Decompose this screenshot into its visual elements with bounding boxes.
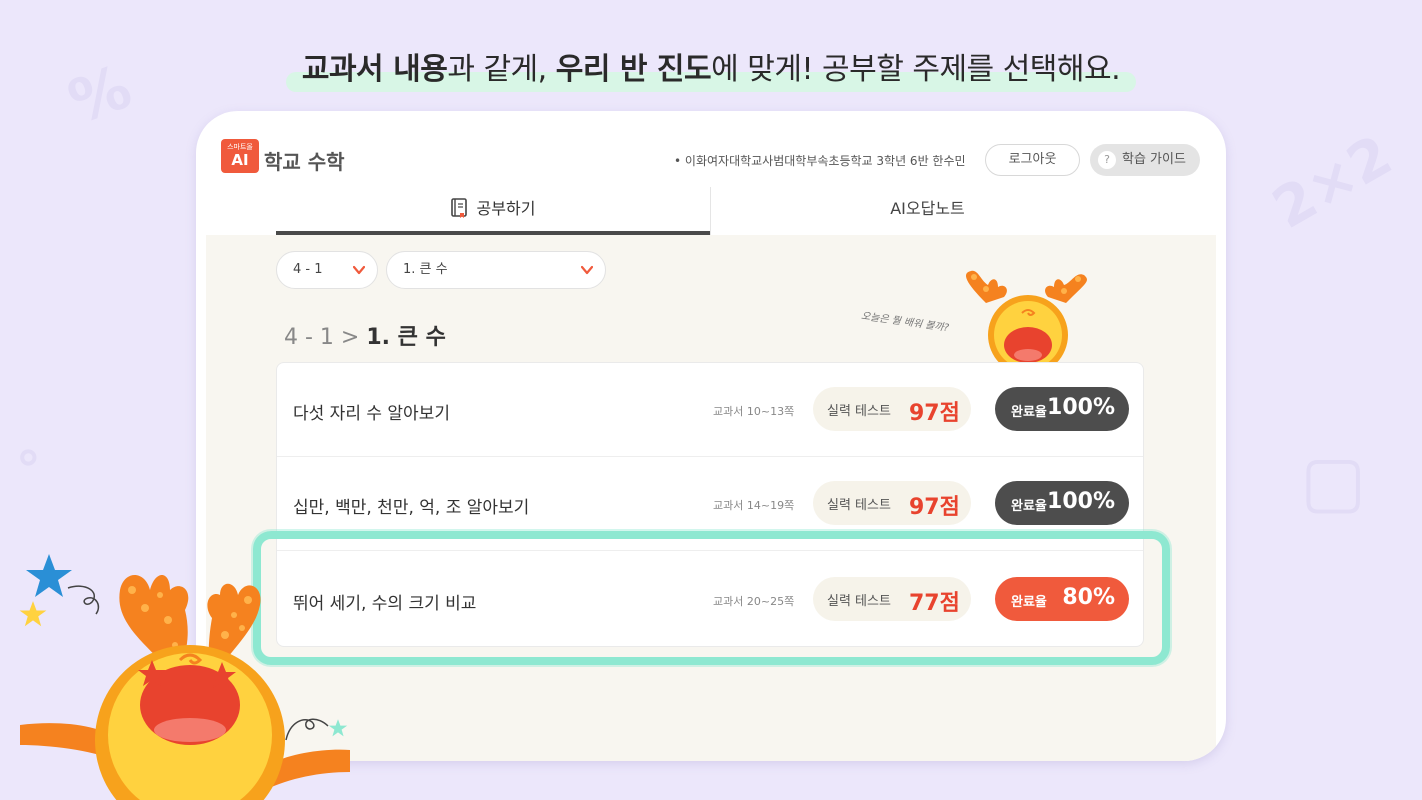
- skill-test-button[interactable]: 실력 테스트 97점: [813, 387, 971, 431]
- mascot-speech-text: 오늘은 뭘 배워 볼까?: [860, 310, 950, 335]
- tab-ai-wrong-note-label: AI오답노트: [890, 199, 965, 218]
- tab-bar: 공부하기 AI오답노트: [276, 187, 1146, 235]
- grade-select-value: 4 - 1: [293, 262, 323, 277]
- breadcrumb-current: 1. 큰 수: [366, 325, 446, 350]
- app-title: 학교 수학: [264, 150, 345, 174]
- unit-select-value: 1. 큰 수: [403, 262, 448, 277]
- skill-test-label: 실력 테스트: [827, 404, 891, 419]
- tab-ai-wrong-note[interactable]: AI오답노트: [710, 187, 1144, 235]
- breadcrumb-grade: 4 - 1: [284, 325, 334, 350]
- chevron-down-icon: [581, 265, 593, 275]
- completion-rate-label: 완료율: [1011, 405, 1047, 420]
- headline-container: 교과서 내용과 같게, 우리 반 진도에 맞게! 공부할 주제를 선택해요.: [0, 40, 1422, 92]
- user-info: 이화여자대학교사범대학부속초등학교 3학년 6반 한수민: [674, 152, 966, 169]
- skill-test-label: 실력 테스트: [827, 498, 891, 513]
- skill-test-score: 97점: [909, 401, 960, 426]
- study-guide-button[interactable]: ? 학습 가이드: [1090, 144, 1200, 176]
- headline-bold-3: 우리 반 진도: [555, 52, 712, 87]
- background-decoration: °: [10, 437, 55, 501]
- mascot-peeking: [966, 270, 1087, 373]
- chevron-down-icon: [353, 265, 365, 275]
- tab-study[interactable]: 공부하기: [276, 187, 710, 235]
- top-bar: 스마트올 AI 학교 수학 이화여자대학교사범대학부속초등학교 3학년 6반 한…: [196, 111, 1226, 187]
- question-icon: ?: [1098, 151, 1116, 169]
- highlight-frame: [253, 531, 1170, 665]
- lesson-pages: 교과서 14~19쪽: [713, 499, 795, 512]
- unit-select[interactable]: 1. 큰 수: [386, 251, 606, 289]
- completion-rate-badge[interactable]: 완료율 100%: [995, 481, 1129, 525]
- background-decoration: 2×2: [1262, 123, 1403, 242]
- completion-rate-value: 100%: [1047, 489, 1115, 514]
- tab-study-label: 공부하기: [476, 199, 536, 218]
- headline-bold-1: 교과서 내용: [301, 52, 448, 87]
- breadcrumb: 4 - 1 > 1. 큰 수: [284, 319, 446, 351]
- main-content: 4 - 1 1. 큰 수 4 - 1 > 1. 큰 수 오늘은 뭘 배워 볼까?: [206, 235, 1216, 761]
- lesson-title: 다섯 자리 수 알아보기: [293, 404, 450, 424]
- background-decoration: ▢: [1300, 440, 1367, 522]
- mascot-big: [20, 575, 350, 800]
- book-icon: [450, 198, 467, 218]
- lesson-row[interactable]: 다섯 자리 수 알아보기 교과서 10~13쪽 실력 테스트 97점 완료율 1…: [277, 363, 1143, 457]
- grade-select[interactable]: 4 - 1: [276, 251, 378, 289]
- logout-button[interactable]: 로그아웃: [985, 144, 1080, 176]
- completion-rate-value: 100%: [1047, 395, 1115, 420]
- logo-ai-text: AI: [231, 151, 249, 169]
- headline-text-2: 과 같게,: [447, 52, 556, 87]
- headline: 교과서 내용과 같게, 우리 반 진도에 맞게! 공부할 주제를 선택해요.: [285, 40, 1137, 92]
- headline-text-4: 에 맞게! 공부할 주제를 선택해요.: [711, 52, 1121, 87]
- breadcrumb-separator: >: [340, 325, 360, 350]
- lesson-pages: 교과서 10~13쪽: [713, 405, 795, 418]
- completion-rate-label: 완료율: [1011, 499, 1047, 514]
- skill-test-button[interactable]: 실력 테스트 97점: [813, 481, 971, 525]
- completion-rate-badge[interactable]: 완료율 100%: [995, 387, 1129, 431]
- app-logo[interactable]: 스마트올 AI: [221, 139, 259, 173]
- study-guide-label: 학습 가이드: [1122, 152, 1186, 167]
- lesson-title: 십만, 백만, 천만, 억, 조 알아보기: [293, 498, 530, 518]
- skill-test-score: 97점: [909, 495, 960, 520]
